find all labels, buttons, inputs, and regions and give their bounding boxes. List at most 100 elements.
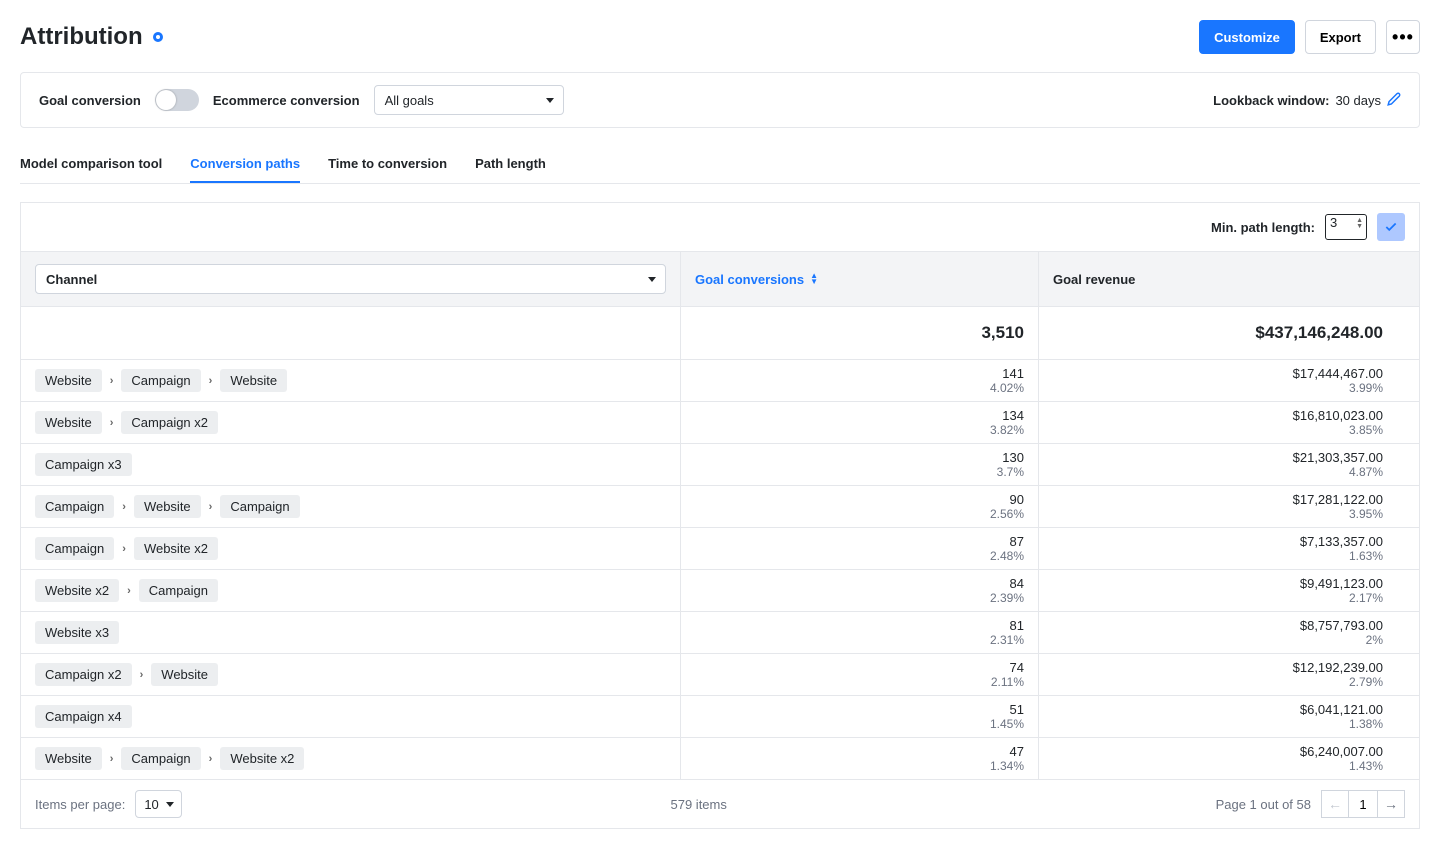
conversions-value: 141 (1002, 366, 1024, 381)
tab-path-length[interactable]: Path length (475, 156, 546, 183)
table-row: Website›Campaign›Website1414.02%$17,444,… (21, 360, 1419, 402)
revenue-value: $17,444,467.00 (1293, 366, 1383, 381)
path-chip: Campaign (220, 495, 299, 518)
goals-select[interactable]: All goals (374, 85, 564, 115)
path-chip: Campaign (35, 495, 114, 518)
chevron-right-icon: › (110, 375, 114, 387)
customize-button[interactable]: Customize (1199, 20, 1295, 54)
path-cell: Campaign › Website › Campaign (21, 486, 681, 527)
stepper-icon[interactable]: ▲▼ (1356, 218, 1363, 230)
channel-select[interactable]: Channel (35, 264, 666, 294)
page-info: Page 1 out of 58 (1216, 797, 1311, 812)
page-title: Attribution (20, 23, 143, 51)
revenue-cell: $17,281,122.003.95% (1039, 486, 1397, 527)
tab-time-to-conversion[interactable]: Time to conversion (328, 156, 447, 183)
column-header-goal-conversions[interactable]: Goal conversions ▲▼ (681, 252, 1039, 306)
table-row: Campaign x4511.45%$6,041,121.001.38% (21, 696, 1419, 738)
table-row: Website›Campaign›Website x2471.34%$6,240… (21, 738, 1419, 780)
path-cell: Campaign › Website x2 (21, 528, 681, 569)
revenue-percent: 3.99% (1349, 381, 1383, 395)
tab-conversion-paths[interactable]: Conversion paths (190, 156, 300, 183)
revenue-value: $9,491,123.00 (1300, 576, 1383, 591)
chevron-right-icon: › (122, 543, 126, 555)
items-per-page-label: Items per page: (35, 797, 125, 812)
conversions-value: 74 (1010, 660, 1024, 675)
revenue-percent: 2.17% (1349, 591, 1383, 605)
conversions-value: 81 (1010, 618, 1024, 633)
conversions-percent: 1.45% (990, 717, 1024, 731)
arrow-left-icon: ← (1328, 796, 1342, 812)
items-count: 579 items (671, 797, 727, 812)
path-cell: Website›Campaign x2 (21, 402, 681, 443)
arrow-right-icon: → (1384, 796, 1398, 812)
goals-select-value: All goals (385, 93, 434, 108)
path-chip: Website x2 (220, 747, 304, 770)
table-row: Website x2›Campaign 842.39% $9,491,123.002… (21, 570, 1419, 612)
chevron-right-icon: › (209, 501, 213, 513)
total-revenue: $437,146,248.00 (1039, 307, 1397, 359)
chevron-right-icon: › (140, 669, 144, 681)
table-row: Campaign›Website x2872.48%$7,133,357.001… (21, 528, 1419, 570)
conversions-cell: 471.34% (681, 738, 1039, 779)
more-actions-button[interactable]: ••• (1386, 20, 1420, 54)
tab-model-comparison-tool[interactable]: Model comparison tool (20, 156, 162, 183)
conversions-percent: 3.82% (990, 423, 1024, 437)
path-chip: Website (35, 411, 102, 434)
revenue-value: $7,133,357.00 (1300, 534, 1383, 549)
revenue-percent: 3.95% (1349, 507, 1383, 521)
revenue-value: $21,303,357.00 (1293, 450, 1383, 465)
prev-page-button[interactable]: ← (1321, 790, 1349, 818)
revenue-percent: 1.63% (1349, 549, 1383, 563)
items-per-page-select[interactable]: 10 (135, 790, 181, 818)
min-path-input[interactable]: 3 ▲▼ (1325, 214, 1367, 240)
path-chip: Website x3 (35, 621, 119, 644)
path-cell: Campaign x3 (21, 444, 681, 485)
revenue-value: $6,240,007.00 (1300, 744, 1383, 759)
path-chip: Website (134, 495, 201, 518)
table-row: Campaign›Website›Campaign902.56%$17,281,… (21, 486, 1419, 528)
path-chip: Website (151, 663, 218, 686)
total-conversions: 3,510 (681, 307, 1039, 359)
page-input[interactable] (1348, 790, 1378, 818)
conversion-type-toggle[interactable] (155, 89, 199, 111)
conversions-value: 87 (1010, 534, 1024, 549)
conversions-value: 84 (1010, 576, 1024, 591)
revenue-cell: $12,192,239.002.79% (1039, 654, 1397, 695)
table-container: Min. path length: 3 ▲▼ Channel Goal conv… (20, 202, 1420, 829)
path-chip: Campaign x3 (35, 453, 132, 476)
revenue-value: $8,757,793.00 (1300, 618, 1383, 633)
refresh-indicator-icon[interactable] (153, 32, 163, 42)
column-header-channel: Channel (21, 252, 681, 306)
conversions-cell: 1414.02% (681, 360, 1039, 401)
conversions-percent: 4.02% (990, 381, 1024, 395)
conversions-cell: 812.31% (681, 612, 1039, 653)
chevron-right-icon: › (122, 501, 126, 513)
revenue-value: $12,192,239.00 (1293, 660, 1383, 675)
confirm-minpath-button[interactable] (1377, 213, 1405, 241)
table-row: Campaign x31303.7%$21,303,357.004.87% (21, 444, 1419, 486)
path-chip: Website x2 (134, 537, 218, 560)
revenue-cell: $16,810,023.003.85% (1039, 402, 1397, 443)
chevron-right-icon: › (110, 753, 114, 765)
path-cell: Campaign x2›Website (21, 654, 681, 695)
path-chip: Campaign x2 (121, 411, 218, 434)
totals-row: 3,510 $437,146,248.00 (21, 307, 1419, 360)
conversions-percent: 2.39% (990, 591, 1024, 605)
edit-lookback-icon[interactable] (1387, 92, 1401, 109)
path-cell: Website x2›Campaign (21, 570, 681, 611)
revenue-value: $6,041,121.00 (1300, 702, 1383, 717)
path-cell: Website x3 (21, 612, 681, 653)
path-chip: Campaign (35, 537, 114, 560)
table-row: Website›Campaign x21343.82%$16,810,023.0… (21, 402, 1419, 444)
conversions-percent: 3.7% (997, 465, 1024, 479)
revenue-percent: 2.79% (1349, 675, 1383, 689)
sort-icon: ▲▼ (810, 273, 818, 285)
path-cell: Website›Campaign›Website (21, 360, 681, 401)
chevron-right-icon: › (127, 585, 131, 597)
conversions-percent: 2.11% (991, 675, 1024, 689)
next-page-button[interactable]: → (1377, 790, 1405, 818)
revenue-value: $17,281,122.00 (1293, 492, 1383, 507)
filter-bar: Goal conversion Ecommerce conversion All… (20, 72, 1420, 128)
export-button[interactable]: Export (1305, 20, 1376, 54)
column-header-goal-revenue[interactable]: Goal revenue (1039, 252, 1397, 306)
